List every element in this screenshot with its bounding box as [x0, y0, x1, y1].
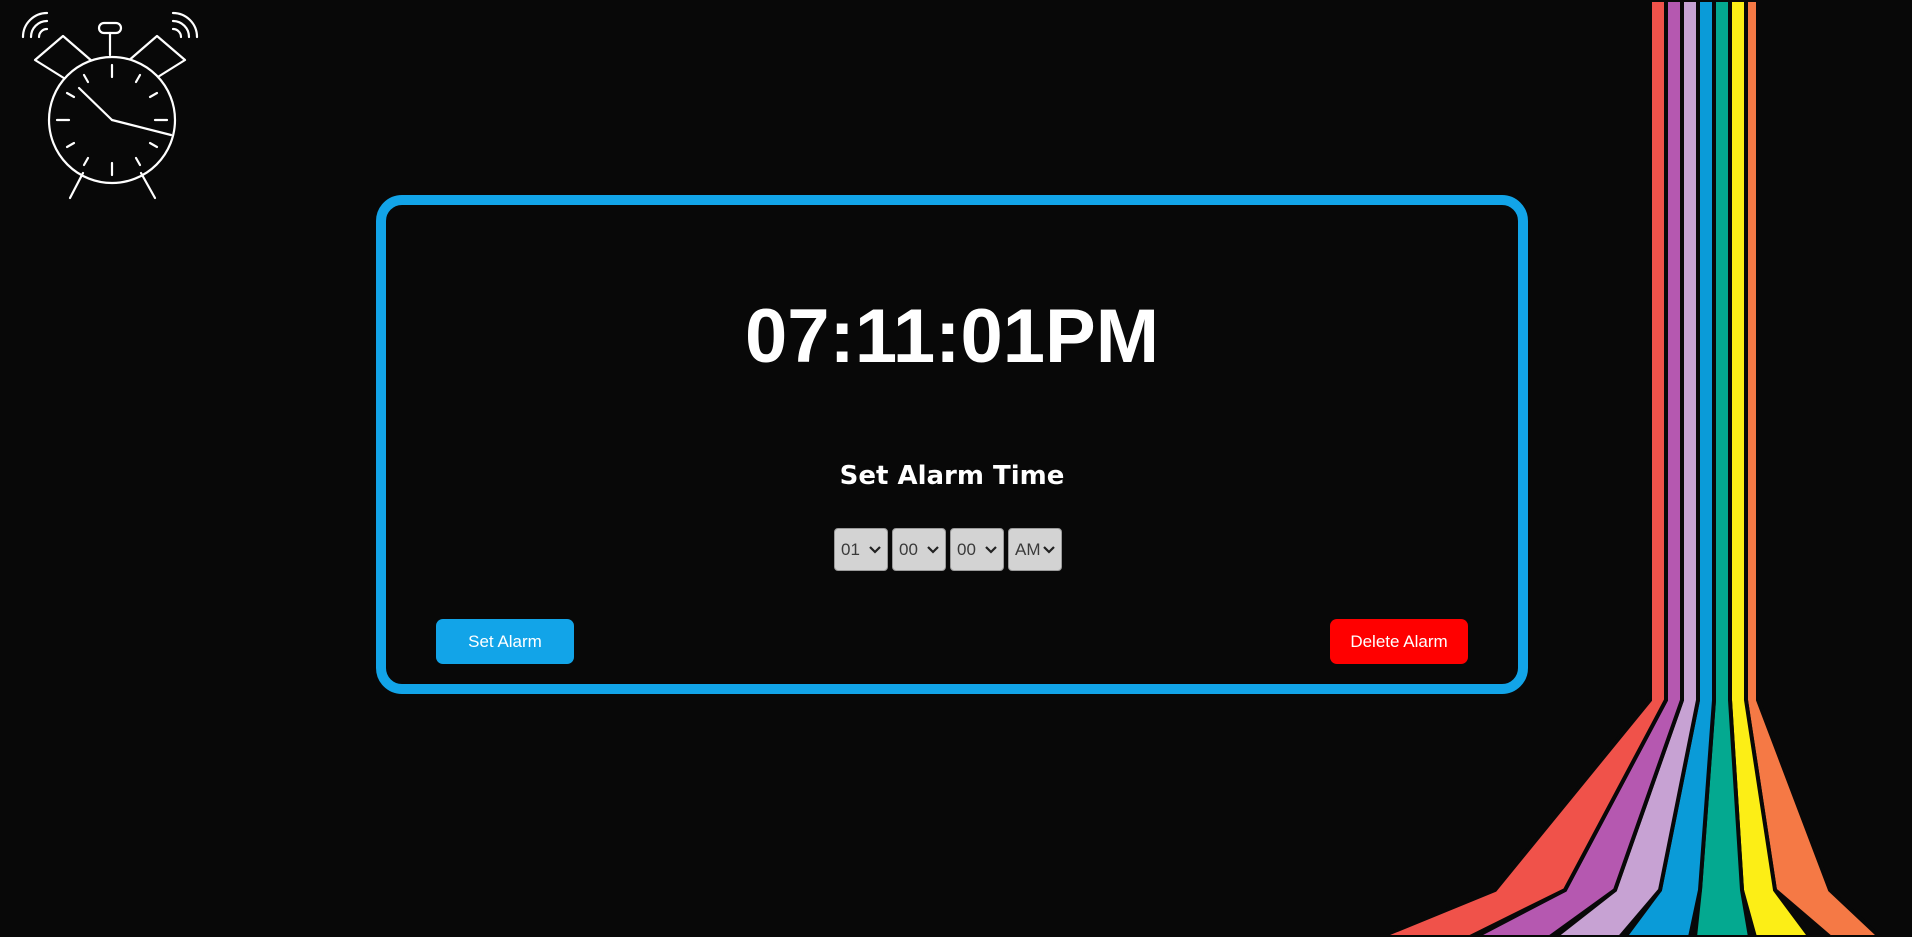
page: 07:11:01PM Set Alarm Time 01 00 00 AM Se… [0, 0, 1912, 937]
delete-alarm-button[interactable]: Delete Alarm [1330, 619, 1468, 664]
hour-select[interactable]: 01 [834, 528, 888, 571]
alarm-clock-icon [21, 11, 199, 200]
set-alarm-heading: Set Alarm Time [839, 461, 1065, 491]
second-select[interactable]: 00 [950, 528, 1004, 571]
chevron-down-icon [1043, 545, 1055, 554]
hour-select-value: 01 [841, 539, 860, 559]
set-alarm-button[interactable]: Set Alarm [436, 619, 574, 664]
alarm-time-selects: 01 00 00 AM [386, 528, 1518, 571]
minute-select[interactable]: 00 [892, 528, 946, 571]
ampm-select-value: AM [1015, 539, 1041, 559]
alarm-card: 07:11:01PM Set Alarm Time 01 00 00 AM Se… [376, 195, 1528, 694]
second-select-value: 00 [957, 539, 976, 559]
ampm-select[interactable]: AM [1008, 528, 1062, 571]
current-time: 07:11:01PM [744, 294, 1160, 379]
chevron-down-icon [985, 545, 997, 554]
chevron-down-icon [927, 545, 939, 554]
minute-select-value: 00 [899, 539, 918, 559]
chevron-down-icon [869, 545, 881, 554]
